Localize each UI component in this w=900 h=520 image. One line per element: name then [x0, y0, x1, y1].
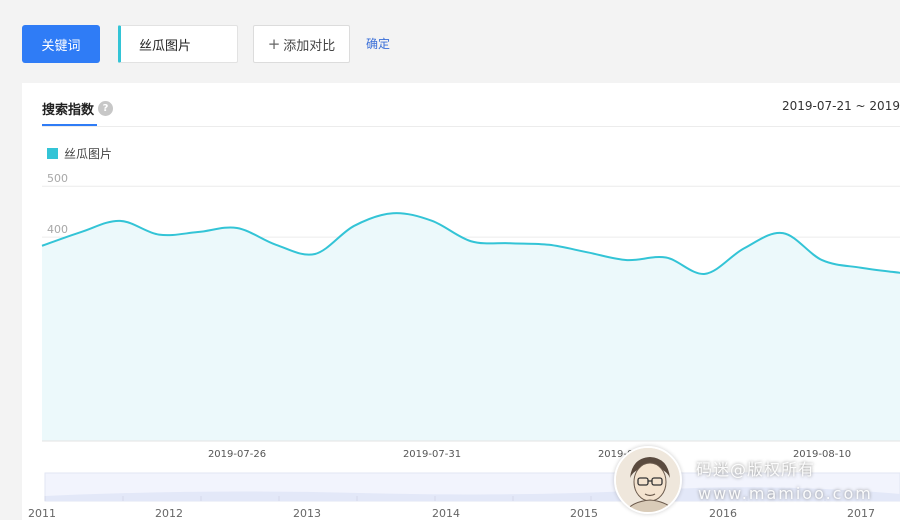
timeline-year-label: 2012: [155, 507, 183, 520]
search-index-chart[interactable]: 1002003004005002019-07-262019-07-312019-…: [0, 0, 900, 520]
timeline-year-label: 2017: [847, 507, 875, 520]
x-tick-label: 2019-07-26: [208, 449, 266, 460]
y-tick-label: 500: [47, 172, 68, 185]
timeline-year-label: 2011: [28, 507, 56, 520]
timeline-year-label: 2014: [432, 507, 460, 520]
timeline-year-label: 2015: [570, 507, 598, 520]
x-tick-label: 2019-08-05: [598, 449, 656, 460]
timeline-year-label: 2016: [709, 507, 737, 520]
x-tick-label: 2019-07-31: [403, 449, 461, 460]
series-area: [42, 213, 900, 441]
x-tick-label: 2019-08-10: [793, 449, 851, 460]
y-tick-label: 400: [47, 223, 68, 236]
timeline-year-label: 2013: [293, 507, 321, 520]
